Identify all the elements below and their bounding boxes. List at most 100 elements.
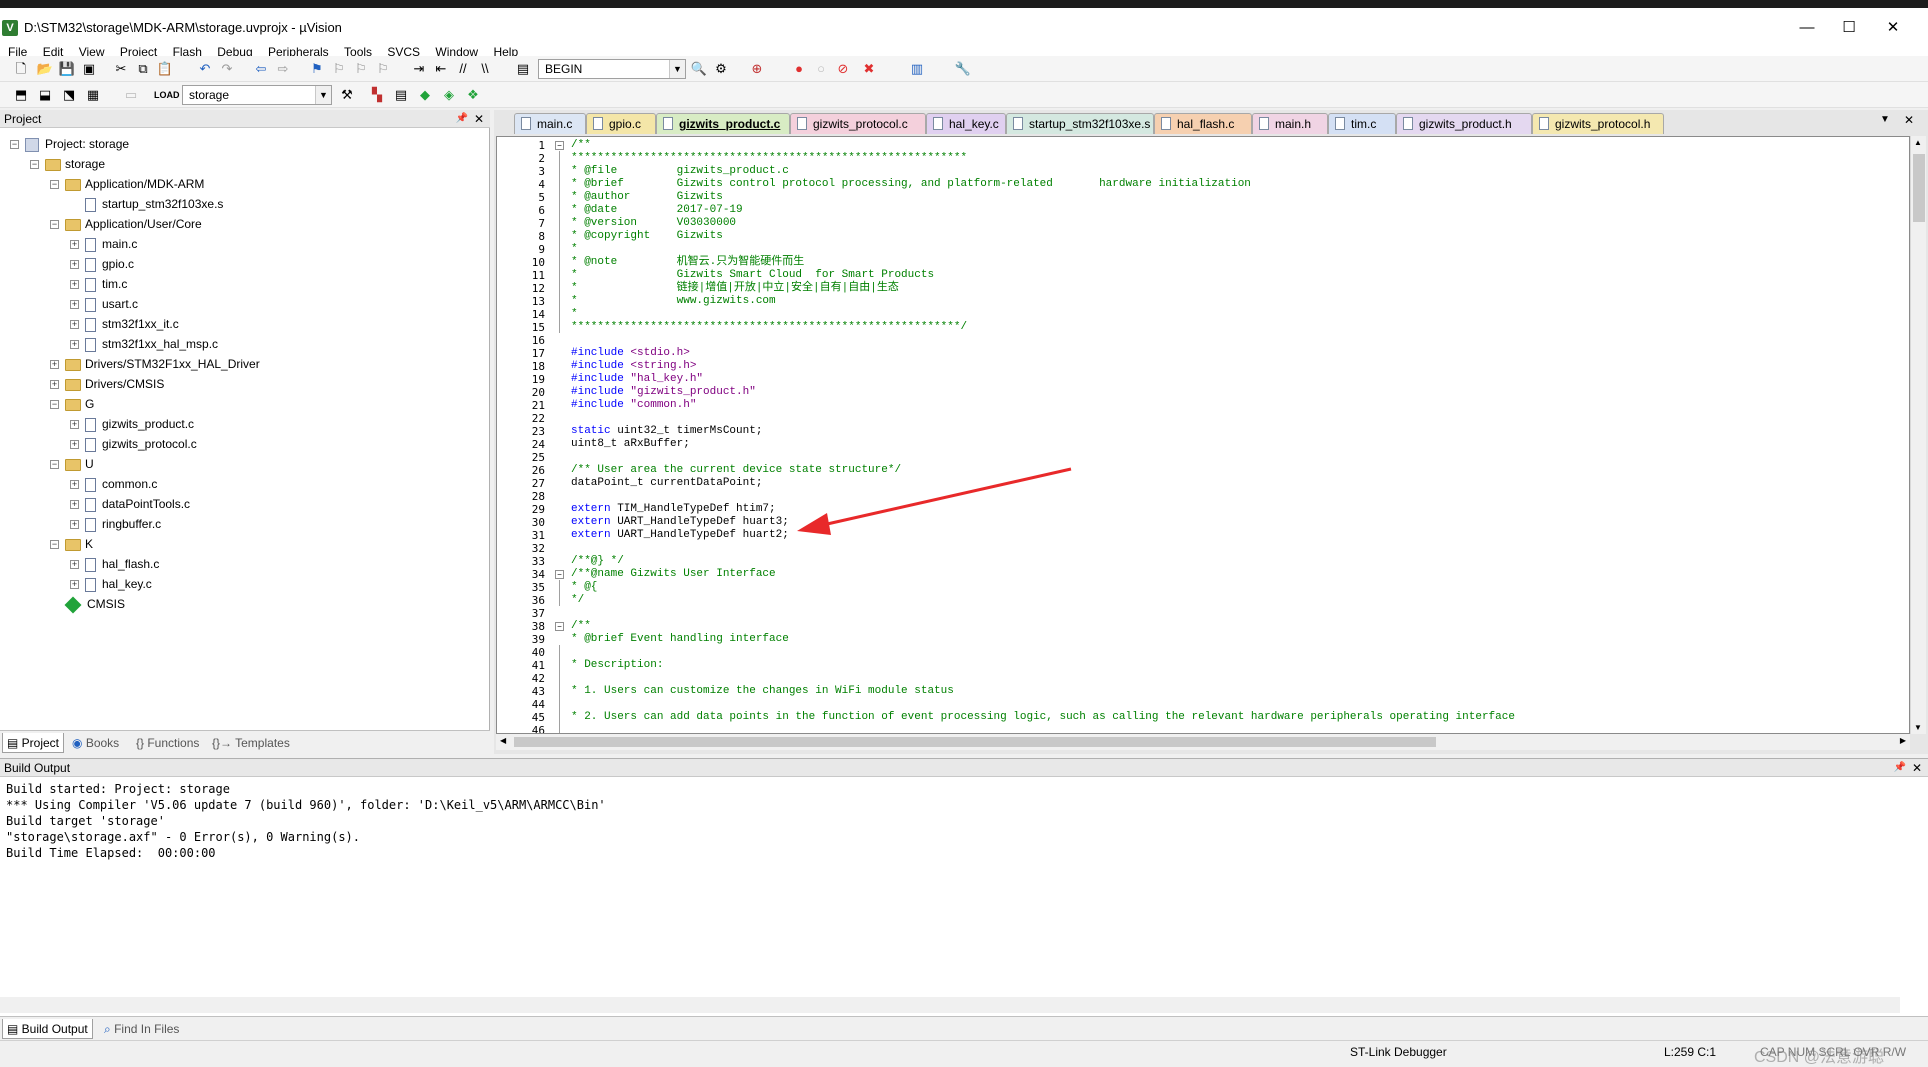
open-file-icon[interactable]: 📂 — [36, 60, 54, 78]
save-icon[interactable]: 💾 — [58, 60, 76, 78]
editor-tab[interactable]: gpio.c — [586, 113, 656, 134]
paste-icon[interactable]: 📋 — [156, 60, 174, 78]
editor-tab[interactable]: hal_key.c — [926, 113, 1006, 134]
tab-build-output[interactable]: ▤ Build Output — [2, 1019, 93, 1039]
expand-icon[interactable]: + — [70, 480, 79, 490]
close-button[interactable]: ✕ — [1870, 14, 1916, 42]
fold-collapse-icon[interactable]: − — [555, 141, 564, 150]
tree-item[interactable]: − K — [50, 534, 93, 554]
editor-tab[interactable]: gizwits_product.h — [1396, 113, 1532, 134]
editor-tab[interactable]: gizwits_protocol.c — [790, 113, 926, 134]
collapse-icon[interactable]: − — [50, 460, 59, 470]
collapse-icon[interactable]: − — [50, 400, 59, 410]
editor-tab[interactable]: main.c — [514, 113, 586, 134]
unindent-icon[interactable]: ⇤ — [432, 60, 450, 78]
next-bookmark-icon[interactable]: ⚐ — [352, 60, 370, 78]
expand-icon[interactable]: + — [70, 240, 79, 250]
tree-item[interactable]: − U — [50, 454, 94, 474]
tree-item[interactable]: − Application/User/Core — [50, 214, 202, 234]
editor-horizontal-scrollbar[interactable]: ◀ ▶ — [496, 734, 1910, 750]
expand-icon[interactable]: + — [70, 420, 79, 430]
scrollbar-thumb[interactable] — [514, 737, 1436, 747]
expand-icon[interactable]: + — [70, 340, 79, 350]
find-target-icon[interactable]: ▤ — [514, 60, 532, 78]
stop-build-icon[interactable]: ▭ — [122, 86, 140, 104]
save-all-icon[interactable]: ▣ — [80, 60, 98, 78]
uncomment-icon[interactable]: \\ — [476, 60, 494, 78]
chevron-down-icon[interactable]: ▼ — [315, 86, 331, 104]
expand-icon[interactable]: + — [70, 580, 79, 590]
tree-item[interactable]: startup_stm32f103xe.s — [70, 194, 223, 214]
indent-icon[interactable]: ⇥ — [410, 60, 428, 78]
collapse-icon[interactable]: − — [50, 180, 59, 190]
debug-session-icon[interactable]: ⊕ — [748, 60, 766, 78]
tree-item[interactable]: + gizwits_protocol.c — [70, 434, 197, 454]
tree-item[interactable]: + Drivers/STM32F1xx_HAL_Driver — [50, 354, 260, 374]
prev-bookmark-icon[interactable]: ⚐ — [330, 60, 348, 78]
tree-item[interactable]: + Drivers/CMSIS — [50, 374, 164, 394]
configure-icon[interactable]: 🔧 — [954, 60, 972, 78]
expand-icon[interactable]: + — [70, 320, 79, 330]
tree-item[interactable]: − G — [50, 394, 94, 414]
chevron-down-icon[interactable]: ▼ — [669, 60, 685, 78]
bookmark-icon[interactable]: ⚑ — [308, 60, 326, 78]
expand-icon[interactable]: + — [70, 260, 79, 270]
manage-rte-icon[interactable]: ◆ — [416, 86, 434, 104]
window-layout-icon[interactable]: ▥ — [908, 60, 926, 78]
find-in-files-icon[interactable]: 🔍 — [690, 60, 708, 78]
code-editor[interactable]: 1 2 3 4 5 6 7 8 9 10 11 12 13 14 15 16 17 18 19 20 21 22 23 24 2… — [496, 136, 1910, 734]
editor-tab[interactable]: hal_flash.c — [1154, 113, 1252, 134]
download-load-icon[interactable]: LOAD — [154, 86, 180, 104]
tree-item[interactable]: CMSIS — [50, 594, 125, 614]
build-output-scrollbar[interactable] — [0, 997, 1900, 1013]
expand-icon[interactable]: + — [70, 520, 79, 530]
tree-item[interactable]: + dataPointTools.c — [70, 494, 190, 514]
pin-icon[interactable]: 📌 — [456, 110, 468, 128]
tree-item[interactable]: − storage — [30, 154, 105, 174]
tree-item[interactable]: + stm32f1xx_it.c — [70, 314, 179, 334]
scroll-left-icon[interactable]: ◀ — [500, 736, 506, 745]
expand-icon[interactable]: + — [70, 280, 79, 290]
nav-back-icon[interactable]: ⇦ — [252, 60, 270, 78]
tab-project[interactable]: ▤ Project — [2, 733, 65, 753]
incremental-find-icon[interactable]: ⚙ — [712, 60, 730, 78]
tree-item[interactable]: + gizwits_product.c — [70, 414, 194, 434]
maximize-button[interactable]: ☐ — [1826, 14, 1872, 42]
expand-icon[interactable]: + — [70, 500, 79, 510]
collapse-icon[interactable]: − — [30, 160, 39, 170]
build-icon[interactable]: ⬓ — [36, 86, 54, 104]
new-file-icon[interactable]: 🗋 — [12, 60, 30, 78]
manage-project-items-icon[interactable]: ▚ — [368, 86, 386, 104]
tree-item[interactable]: − Application/MDK-ARM — [50, 174, 204, 194]
rebuild-icon[interactable]: ⬔ — [60, 86, 78, 104]
expand-icon[interactable]: + — [50, 360, 59, 370]
tree-item[interactable]: + stm32f1xx_hal_msp.c — [70, 334, 218, 354]
kill-breakpoints-icon[interactable]: ✖ — [860, 60, 878, 78]
expand-icon[interactable]: + — [50, 380, 59, 390]
multi-project-icon[interactable]: ❖ — [464, 86, 482, 104]
copy-icon[interactable]: ⧉ — [134, 60, 152, 78]
tree-item[interactable]: + common.c — [70, 474, 157, 494]
tab-templates[interactable]: {}→ Templates — [208, 733, 294, 753]
cut-icon[interactable]: ✂ — [112, 60, 130, 78]
expand-icon[interactable]: + — [70, 440, 79, 450]
collapse-icon[interactable]: − — [10, 140, 19, 150]
clear-bookmarks-icon[interactable]: ⚐ — [374, 60, 392, 78]
tree-item[interactable]: + usart.c — [70, 294, 138, 314]
expand-icon[interactable]: + — [70, 300, 79, 310]
tree-item[interactable]: + ringbuffer.c — [70, 514, 161, 534]
editor-tab[interactable]: main.h — [1252, 113, 1328, 134]
scroll-down-icon[interactable]: ▼ — [1914, 723, 1922, 732]
close-document-icon[interactable]: ✕ — [1904, 113, 1914, 127]
tab-functions[interactable]: {} Functions — [132, 733, 203, 753]
breakpoint-icon[interactable]: ● — [790, 60, 808, 78]
find-combo[interactable]: BEGIN ▼ — [538, 59, 686, 79]
scrollbar-thumb[interactable] — [1913, 154, 1925, 222]
collapse-icon[interactable]: − — [50, 220, 59, 230]
disable-all-breakpoints-icon[interactable]: ⊘ — [834, 60, 852, 78]
editor-tab[interactable]: gizwits_product.c — [656, 113, 790, 134]
editor-vertical-scrollbar[interactable]: ▲ ▼ — [1910, 136, 1926, 734]
pin-icon[interactable]: 📌 — [1894, 759, 1906, 777]
nav-forward-icon[interactable]: ⇨ — [274, 60, 292, 78]
tree-item[interactable]: − Project: storage — [10, 134, 129, 154]
